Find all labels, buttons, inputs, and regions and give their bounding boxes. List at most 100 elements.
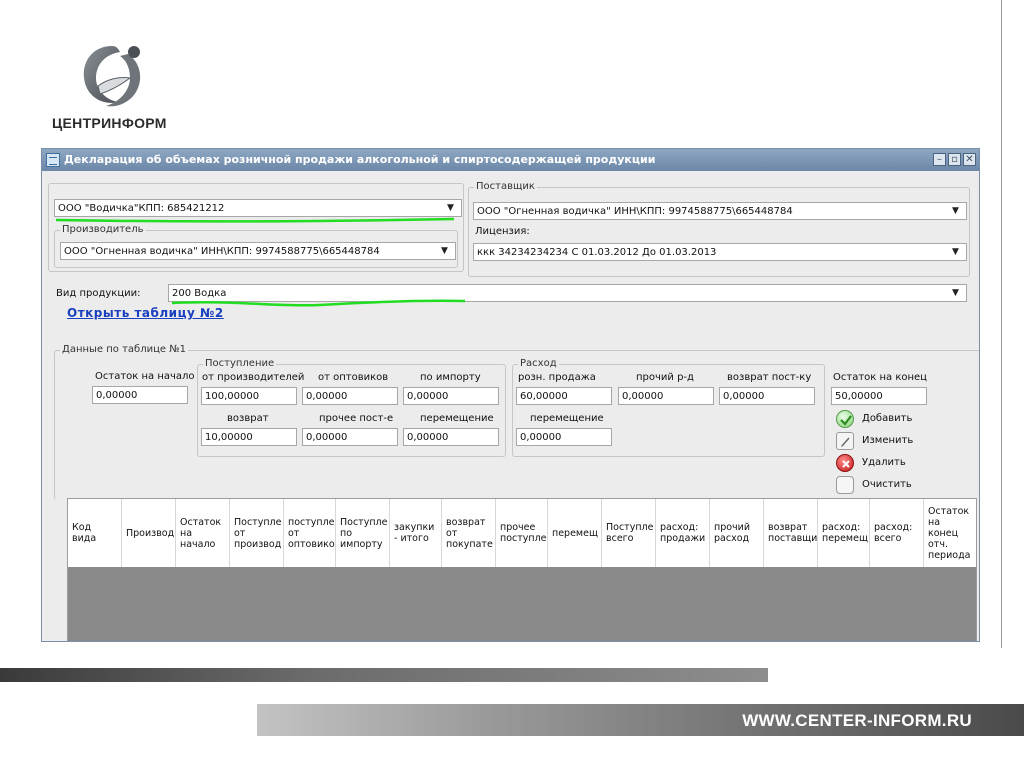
grid-column-header[interactable]: Поступле от производ (230, 499, 284, 567)
clear-button-label: Очистить (862, 479, 912, 490)
expense-transfer-label: перемещение (530, 413, 604, 424)
manufacturer-group-title: Производитель (60, 224, 146, 236)
footer-bar-top (0, 668, 768, 682)
minimize-icon[interactable]: – (933, 153, 946, 166)
chevron-down-icon[interactable]: ▼ (949, 204, 962, 218)
product-type-label: Вид продукции: (56, 288, 141, 299)
supplier-select[interactable]: ООО "Огненная водичка" ИНН\КПП: 99745887… (473, 202, 967, 220)
receipt-transfer-label: перемещение (420, 413, 494, 424)
opening-balance-value: 0,00000 (96, 390, 138, 401)
chevron-down-icon[interactable]: ▼ (438, 244, 451, 258)
grid-column-header[interactable]: закупки - итого (390, 499, 442, 567)
add-button-label: Добавить (862, 413, 913, 424)
grid-column-header-label: Остаток на начало (180, 516, 222, 550)
grid-column-header-label: Код вида (72, 522, 97, 544)
edit-icon (836, 432, 854, 450)
import-label: по импорту (420, 372, 481, 383)
grid-column-header[interactable]: прочий расход (710, 499, 764, 567)
declaration-grid[interactable]: Код вида Производ Остаток на начало Поступл… (67, 498, 977, 641)
expense-transfer-field[interactable]: 0,00000 (516, 428, 612, 446)
grid-column-header-label: Поступле всего (606, 522, 654, 544)
grid-column-header-label: прочее поступлен (500, 522, 547, 544)
grid-column-header-label: Производ (126, 527, 175, 539)
grid-column-header[interactable]: расход: перемещ (818, 499, 870, 567)
from-producers-label: от производителей (202, 372, 305, 383)
return-supplier-field[interactable]: 0,00000 (719, 387, 815, 405)
license-value: ккк 34234234234 С 01.03.2012 До 01.03.20… (477, 247, 717, 258)
grid-column-header[interactable]: Код вида (68, 499, 122, 567)
grid-column-header-label: Остаток на конец отч. периода (928, 505, 971, 561)
restore-icon[interactable]: ▫ (948, 153, 961, 166)
organization-select[interactable]: ООО "Водичка"КПП: 685421212 ▼ (54, 199, 462, 217)
grid-column-header-label: расход: продажи (660, 522, 706, 544)
grid-column-header-label: расход: перемещ (822, 522, 868, 544)
closing-balance-field[interactable]: 50,00000 (831, 387, 927, 405)
grid-column-header-label: Поступле по импорту (340, 516, 388, 550)
expense-group-title: Расход (518, 358, 559, 370)
closing-balance-label: Остаток на конец (833, 372, 927, 383)
return-supplier-value: 0,00000 (723, 391, 765, 402)
grid-column-header-label: перемещ (552, 527, 598, 539)
grid-column-header[interactable]: возврат поставщи (764, 499, 818, 567)
grid-column-header[interactable]: расход: всего (870, 499, 924, 567)
chevron-down-icon[interactable]: ▼ (444, 201, 457, 215)
form-icon (46, 153, 60, 167)
other-expense-field[interactable]: 0,00000 (618, 387, 714, 405)
manufacturer-select[interactable]: ООО "Огненная водичка" ИНН\КПП: 99745887… (60, 242, 456, 260)
other-receipt-label: прочее пост-е (319, 413, 394, 424)
grid-column-header[interactable]: прочее поступлен (496, 499, 548, 567)
window-title: Декларация об объемах розничной продажи … (64, 153, 656, 166)
site-url[interactable]: WWW.CENTER-INFORM.RU (742, 711, 972, 731)
slide-edge-line (1001, 0, 1002, 648)
chevron-down-icon[interactable]: ▼ (949, 245, 962, 259)
from-wholesalers-value: 0,00000 (306, 391, 348, 402)
supplier-group: Поставщик (468, 181, 970, 277)
grid-column-header[interactable]: возврат от покупате (442, 499, 496, 567)
grid-column-header[interactable]: Остаток на конец отч. периода (924, 499, 976, 567)
grid-column-header[interactable]: Производ (122, 499, 176, 567)
grid-column-header-label: возврат поставщи (768, 522, 817, 544)
receipt-transfer-field[interactable]: 0,00000 (403, 428, 499, 446)
import-field[interactable]: 0,00000 (403, 387, 499, 405)
receipt-group-title: Поступление (203, 358, 277, 370)
grid-column-header-label: поступле от оптовико (288, 516, 335, 550)
close-icon[interactable]: ✕ (963, 153, 976, 166)
from-producers-field[interactable]: 100,00000 (201, 387, 297, 405)
delete-icon (836, 454, 854, 472)
table1-group-title: Данные по таблице №1 (60, 344, 188, 356)
grid-column-header[interactable]: Остаток на начало (176, 499, 230, 567)
from-wholesalers-field[interactable]: 0,00000 (302, 387, 398, 405)
opening-balance-field[interactable]: 0,00000 (92, 386, 188, 404)
return-value: 10,00000 (205, 432, 253, 443)
from-wholesalers-label: от оптовиков (318, 372, 389, 383)
supplier-value: ООО "Огненная водичка" ИНН\КПП: 99745887… (477, 206, 793, 217)
chevron-down-icon[interactable]: ▼ (949, 286, 962, 300)
window-titlebar[interactable]: Декларация об объемах розничной продажи … (42, 149, 979, 171)
edit-button-label: Изменить (862, 435, 914, 446)
expense-transfer-value: 0,00000 (520, 432, 562, 443)
centrinform-logo-icon (76, 40, 148, 116)
grid-column-header[interactable]: Поступле всего (602, 499, 656, 567)
license-label: Лицензия: (475, 226, 530, 237)
grid-column-header-label: закупки - итого (394, 522, 435, 544)
import-value: 0,00000 (407, 391, 449, 402)
other-receipt-value: 0,00000 (306, 432, 348, 443)
organization-value: ООО "Водичка"КПП: 685421212 (58, 203, 225, 214)
retail-sale-field[interactable]: 60,00000 (516, 387, 612, 405)
grid-column-header[interactable]: Поступле по импорту (336, 499, 390, 567)
grid-column-header[interactable]: перемещ (548, 499, 602, 567)
manufacturer-value: ООО "Огненная водичка" ИНН\КПП: 99745887… (64, 246, 380, 257)
grid-body[interactable] (68, 567, 976, 641)
brand-name: ЦЕНТРИНФОРМ (52, 115, 167, 131)
checkmark-icon (836, 410, 854, 428)
other-expense-value: 0,00000 (622, 391, 664, 402)
license-select[interactable]: ккк 34234234234 С 01.03.2012 До 01.03.20… (473, 243, 967, 261)
other-receipt-field[interactable]: 0,00000 (302, 428, 398, 446)
clear-icon (836, 476, 854, 494)
return-field[interactable]: 10,00000 (201, 428, 297, 446)
retail-sale-label: розн. продажа (518, 372, 596, 383)
other-expense-label: прочий р-д (636, 372, 694, 383)
grid-column-header[interactable]: поступле от оптовико (284, 499, 336, 567)
open-table-2-link[interactable]: Открыть таблицу №2 (67, 306, 224, 320)
grid-column-header[interactable]: расход: продажи (656, 499, 710, 567)
